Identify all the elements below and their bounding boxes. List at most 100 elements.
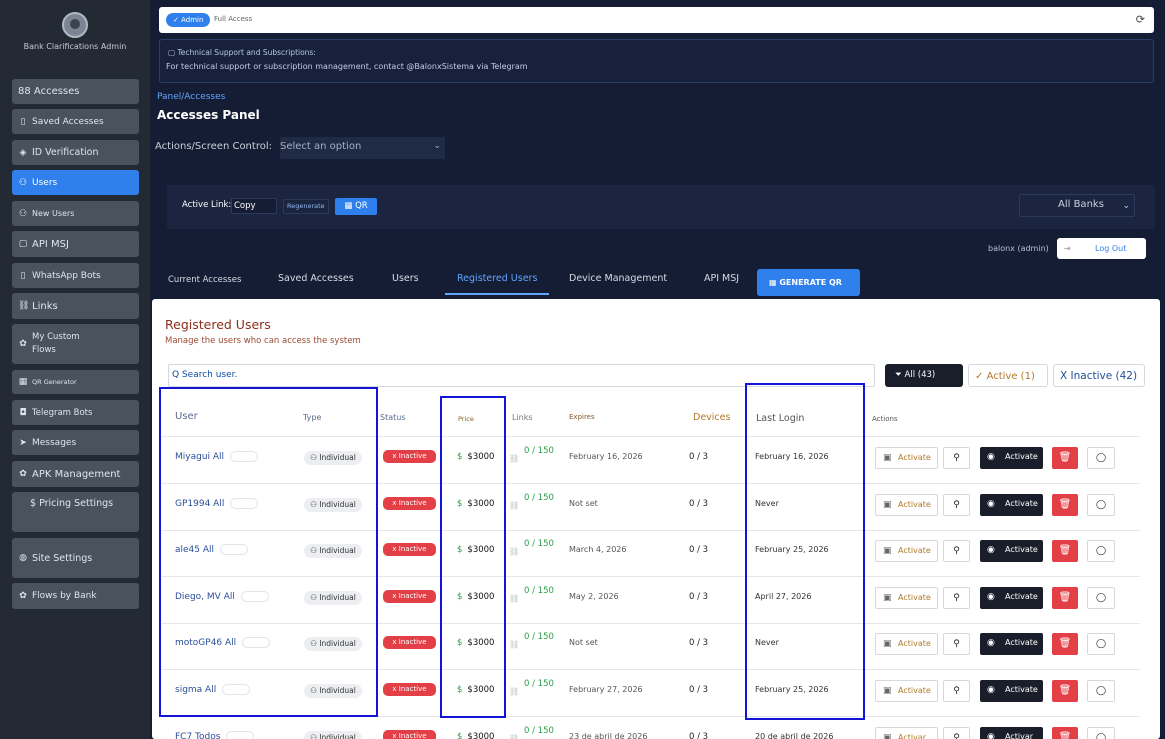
tab-api-msj[interactable]: API MSJ	[704, 273, 739, 284]
toggle-activate-button[interactable]: ◉ Activate	[980, 586, 1043, 609]
toggle-activate-button[interactable]: ◉ Activate	[980, 633, 1043, 656]
filter-active-button[interactable]: ✓ Active (1)	[968, 364, 1048, 387]
sidebar-item-pricing-settings[interactable]: $ Pricing Settings	[12, 492, 139, 532]
toggle-activate-button[interactable]: ◉ Activate	[980, 493, 1043, 516]
sidebar-item-api-msj[interactable]: ▢ API MSJ	[12, 231, 139, 257]
toggle-activate-button[interactable]: ◉ Activate	[980, 540, 1043, 563]
expires-value: February 27, 2026	[569, 685, 643, 694]
message-button[interactable]: ◯	[1087, 633, 1115, 656]
filter-inactive-button[interactable]: X Inactive (42)	[1053, 364, 1145, 387]
activate-button[interactable]: ▣ Activate	[875, 633, 938, 656]
sidebar-item-links[interactable]: ⛓ Links	[12, 293, 139, 319]
expires-value: Not set	[569, 638, 598, 648]
link-icon: ⛓	[509, 733, 520, 739]
regenerate-button[interactable]: Regenerate	[283, 199, 329, 214]
sidebar-item-apk-management[interactable]: ✿ APK Management	[12, 461, 139, 487]
delete-button[interactable]: 🗑	[1052, 540, 1078, 563]
tree-button[interactable]: ⚲	[943, 493, 970, 516]
sidebar-item-88-accesses[interactable]: 88 Accesses	[12, 79, 139, 104]
tree-button[interactable]: ⚲	[943, 726, 970, 739]
sidebar-item-my-custom-flows[interactable]: ✿ My Custom Flows	[12, 324, 139, 364]
lock-icon: ▣	[883, 686, 892, 696]
toggle-activate-button[interactable]: ◉ Activate	[980, 680, 1043, 702]
chat-icon: ◯	[1095, 546, 1107, 557]
tree-button[interactable]: ⚲	[943, 447, 970, 469]
activate-button[interactable]: ▣ Activate	[875, 447, 938, 469]
tab-users[interactable]: Users	[392, 273, 419, 284]
tree-button[interactable]: ⚲	[943, 586, 970, 609]
message-button[interactable]: ◯	[1087, 726, 1115, 739]
toggle-icon: ◉	[987, 452, 995, 462]
message-button[interactable]: ◯	[1087, 447, 1115, 469]
sidebar-item-label: New Users	[32, 209, 75, 218]
message-button[interactable]: ◯	[1087, 680, 1115, 702]
toggle-icon: ◉	[987, 545, 995, 556]
sidebar-item-label: API MSJ	[32, 238, 69, 250]
expires-value: March 4, 2026	[569, 545, 627, 555]
sidebar-item-saved-accesses[interactable]: ▯ Saved Accesses	[12, 109, 139, 134]
expires-value: February 16, 2026	[569, 452, 643, 461]
user-name[interactable]: FC7 Todos	[175, 732, 220, 739]
delete-button[interactable]: 🗑	[1052, 726, 1078, 739]
tab-registered-users[interactable]: Registered Users	[445, 273, 550, 295]
sidebar-item-whatsapp-bots[interactable]: ▯ WhatsApp Bots	[12, 263, 139, 288]
sidebar-item-site-settings[interactable]: ◍ Site Settings	[12, 538, 139, 578]
delete-button[interactable]: 🗑	[1052, 680, 1078, 702]
trash-icon: 🗑	[1058, 685, 1072, 696]
sidebar-item-id-verification[interactable]: ◈ ID Verification	[12, 140, 139, 165]
sidebar-item-users[interactable]: ⚇ Users	[12, 170, 139, 195]
trash-icon: 🗑	[1058, 498, 1072, 510]
sidebar-item-qr-generator[interactable]: ▦ QR Generator	[12, 370, 139, 394]
activate-button[interactable]: ▣ Activar	[875, 726, 938, 739]
activate-button[interactable]: ▣ Activate	[875, 680, 938, 702]
tab-saved-accesses[interactable]: Saved Accesses	[278, 273, 354, 284]
qr-button[interactable]: ▦ QR	[335, 198, 377, 215]
sidebar-item-label: $ Pricing Settings	[30, 498, 114, 509]
filter-icon: ⏷	[895, 370, 905, 380]
current-user: balonx (admin)	[988, 244, 1049, 253]
activate-button[interactable]: ▣ Activate	[875, 586, 938, 609]
copy-button[interactable]: Copy	[231, 198, 277, 214]
activate-button[interactable]: ▣ Activate	[875, 493, 938, 516]
generate-qr-button[interactable]: ▦ GENERATE QR	[757, 269, 860, 296]
devices-value: 0 / 3	[689, 685, 709, 695]
sidebar-item-telegram-bots[interactable]: ◘ Telegram Bots	[12, 400, 139, 425]
sidebar-item-label: Users	[32, 177, 58, 188]
tree-button[interactable]: ⚲	[943, 633, 970, 656]
tab-device-management[interactable]: Device Management	[569, 273, 667, 284]
sidebar-item-label: APK Management	[32, 468, 121, 480]
message-button[interactable]: ◯	[1087, 493, 1115, 516]
tree-button[interactable]: ⚲	[943, 540, 970, 563]
breadcrumb[interactable]: Panel/Accesses	[157, 92, 225, 102]
price-value: $ $3000	[457, 732, 494, 739]
status-badge: x Inactive	[383, 683, 436, 696]
delete-button[interactable]: 🗑	[1052, 586, 1078, 609]
toggle-activate-button[interactable]: ◉ Activar	[980, 726, 1043, 739]
message-button[interactable]: ◯	[1087, 540, 1115, 563]
toggle-activate-button[interactable]: ◉ Activate	[980, 447, 1043, 469]
sidebar-item-new-users[interactable]: ⚇ New Users	[12, 201, 139, 226]
tree-icon: ⚲	[953, 686, 960, 696]
delete-button[interactable]: 🗑	[1052, 447, 1078, 469]
message-button[interactable]: ◯	[1087, 586, 1115, 609]
filter-all-button[interactable]: ⏷ All (43)	[885, 364, 963, 387]
refresh-icon[interactable]: ⟳	[1136, 13, 1145, 26]
toggle-icon: ◉	[987, 498, 995, 509]
delete-button[interactable]: 🗑	[1052, 633, 1078, 656]
link-icon: ⛓	[509, 454, 520, 463]
tree-button[interactable]: ⚲	[943, 680, 970, 702]
status-badge: x Inactive	[383, 589, 436, 603]
logout-button[interactable]: ⇥ Log Out	[1057, 238, 1146, 259]
banks-select[interactable]: All Banks ⌄	[1019, 194, 1135, 217]
delete-button[interactable]: 🗑	[1052, 493, 1078, 516]
col-expires: Expires	[569, 413, 595, 421]
tab-current-accesses[interactable]: Current Accesses	[168, 275, 241, 285]
lock-icon: ▣	[883, 592, 892, 603]
actions-select[interactable]: Select an option ⌄	[280, 137, 445, 159]
tree-icon: ⚲	[953, 499, 960, 510]
sidebar-item-flows-by-bank[interactable]: ✿ Flows by Bank	[12, 583, 139, 609]
sidebar-item-messages[interactable]: ➤ Messages	[12, 430, 139, 455]
activate-button[interactable]: ▣ Activate	[875, 540, 938, 563]
sidebar-item-label: ID Verification	[32, 147, 99, 158]
type-badge: ⚇ Individual	[304, 730, 362, 739]
